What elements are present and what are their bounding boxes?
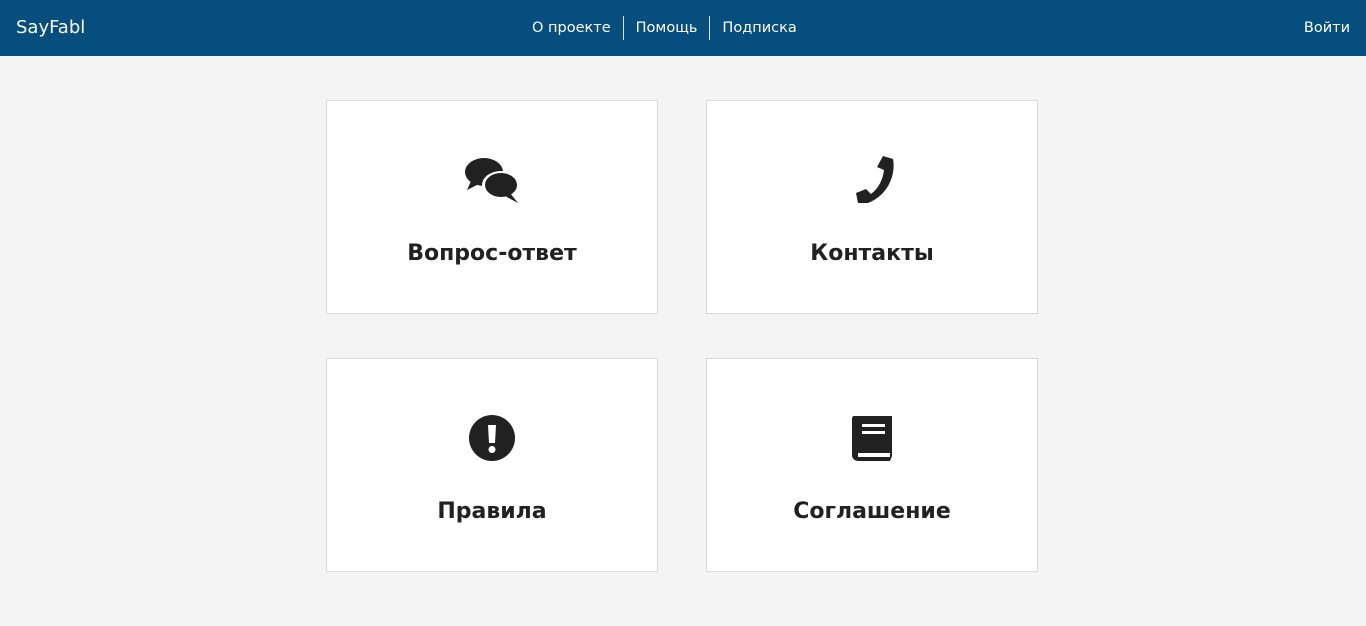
card-agreement[interactable]: Соглашение bbox=[706, 358, 1038, 572]
card-contacts[interactable]: Контакты bbox=[706, 100, 1038, 314]
nav-link-about[interactable]: О проекте bbox=[520, 16, 623, 40]
card-label: Вопрос-ответ bbox=[407, 241, 577, 266]
main-nav: О проекте Помощь Подписка bbox=[520, 16, 809, 40]
card-label: Правила bbox=[437, 499, 547, 524]
brand-logo[interactable]: SayFabl bbox=[16, 16, 85, 40]
comments-icon bbox=[464, 155, 520, 205]
card-label: Соглашение bbox=[793, 499, 951, 524]
nav-link-help[interactable]: Помощь bbox=[624, 16, 710, 40]
nav-link-subscription[interactable]: Подписка bbox=[710, 16, 808, 40]
top-navbar: SayFabl О проекте Помощь Подписка Войти bbox=[0, 0, 1366, 56]
login-link[interactable]: Войти bbox=[1304, 16, 1350, 40]
book-icon bbox=[844, 413, 900, 463]
exclamation-circle-icon bbox=[464, 413, 520, 463]
phone-icon bbox=[844, 155, 900, 205]
card-rules[interactable]: Правила bbox=[326, 358, 658, 572]
card-label: Контакты bbox=[810, 241, 934, 266]
card-faq[interactable]: Вопрос-ответ bbox=[326, 100, 658, 314]
